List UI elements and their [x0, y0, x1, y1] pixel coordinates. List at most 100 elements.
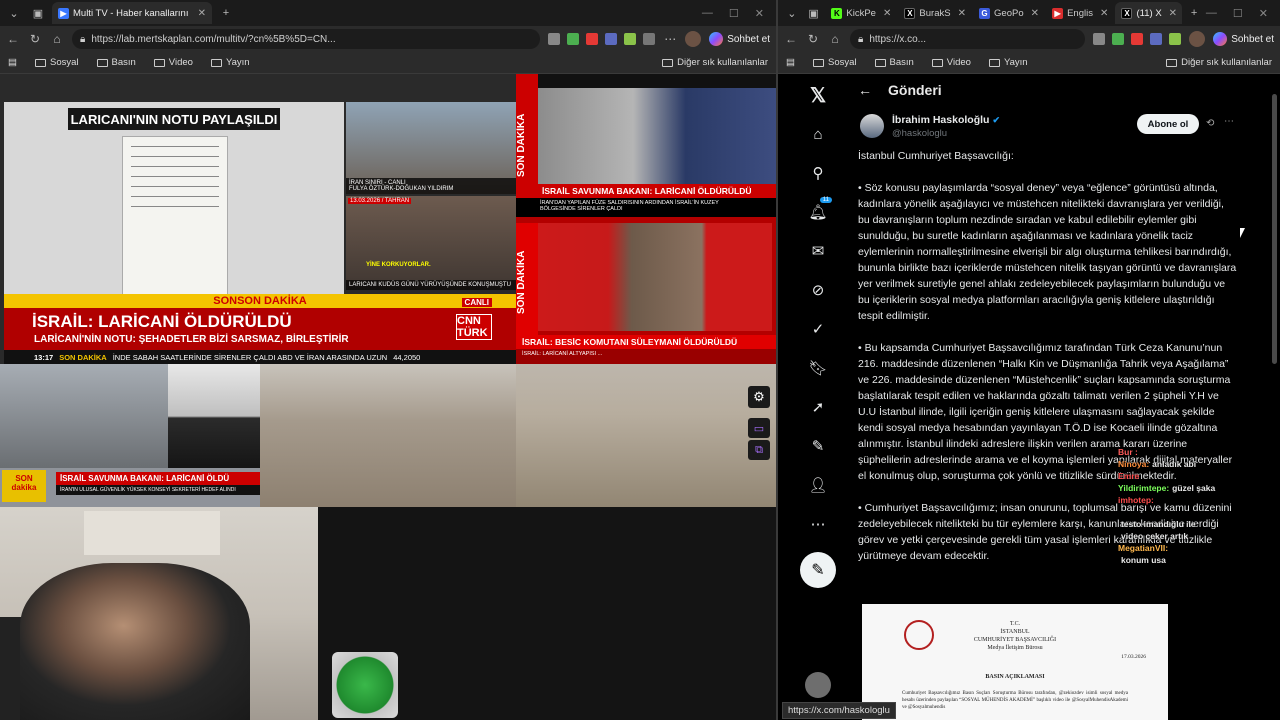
tv-feed-4[interactable]: SON dakika İSRAİL SAVUNMA BAKANI: LARİCA…: [0, 364, 260, 507]
subscribe-button[interactable]: Abone ol: [1137, 114, 1199, 134]
maximize-icon[interactable]: ☐: [1233, 7, 1243, 20]
bookmark-folder[interactable]: Basın: [96, 57, 136, 68]
bookmark-folder[interactable]: Video: [153, 57, 193, 68]
post-image-document[interactable]: T.C. İSTANBUL CUMHURİYET BAŞSAVCILIĞI Me…: [862, 604, 1168, 720]
author-handle[interactable]: @haskologlu: [892, 128, 947, 139]
son-dakika-logo: SON dakika: [2, 470, 46, 502]
refresh-icon[interactable]: ↻: [806, 32, 820, 46]
home-icon[interactable]: ⌂: [807, 123, 829, 145]
extension-icon[interactable]: [624, 33, 637, 45]
extension-icon[interactable]: [1150, 33, 1163, 45]
communities-icon[interactable]: ✓: [807, 318, 829, 340]
extension-icon[interactable]: [643, 33, 656, 45]
close-tab-icon[interactable]: ✕: [1100, 8, 1108, 19]
messages-icon[interactable]: ✉: [807, 240, 829, 262]
tv-feed-city-1[interactable]: [260, 364, 516, 507]
profile-avatar[interactable]: [685, 31, 702, 47]
tv-feed-city-2[interactable]: ⚙ ▭ ⧉: [516, 364, 776, 507]
rocket-icon[interactable]: ➚: [807, 396, 829, 418]
grok-icon[interactable]: ⊘: [807, 279, 829, 301]
tv-feed-cnn[interactable]: LARICANI'NIN NOTU PAYLAŞILDI İRAN SINIRI…: [0, 74, 516, 364]
copilot-button[interactable]: Sohbet et: [709, 32, 770, 46]
bookmarks-menu-icon[interactable]: ▤: [786, 57, 795, 68]
bookmark-folder[interactable]: Basın: [874, 57, 914, 68]
paper-title: LARICANI'NIN NOTU PAYLAŞILDI: [68, 108, 280, 130]
doc-date: 17.03.2026: [1121, 654, 1146, 660]
tab-x-buraks[interactable]: X BurakS ✕: [898, 2, 971, 24]
extension-icon[interactable]: [1112, 33, 1125, 45]
more-icon[interactable]: ⋯: [807, 513, 829, 535]
tab-multitv[interactable]: ▶ Multi TV - Haber kanallarını aynı a ✕: [52, 2, 212, 24]
url-field[interactable]: 🔒︎ https://x.co...: [850, 29, 1086, 49]
folder-icon: [812, 58, 824, 67]
extension-icon[interactable]: [586, 33, 599, 45]
bookmark-label: Yayın: [225, 57, 250, 68]
extension-icon[interactable]: [567, 33, 580, 45]
tab-geopo[interactable]: G GeoPo ✕: [973, 2, 1044, 24]
post-more-icon[interactable]: ⋯: [1224, 116, 1234, 127]
search-icon[interactable]: ⚲: [807, 162, 829, 184]
other-bookmarks[interactable]: Diğer sık kullanılanlar: [662, 57, 768, 68]
close-window-icon[interactable]: ✕: [755, 7, 764, 20]
back-arrow-icon[interactable]: ←: [858, 82, 872, 98]
x-logo-icon[interactable]: 𝕏: [807, 84, 829, 107]
extension-icon[interactable]: [605, 33, 618, 45]
bookmarks-menu-icon[interactable]: ▤: [8, 57, 17, 68]
close-tab-icon[interactable]: ✕: [883, 8, 891, 19]
home-icon[interactable]: ⌂: [50, 32, 64, 46]
close-tab-icon[interactable]: ✕: [1031, 8, 1039, 19]
minimize-icon[interactable]: —: [1206, 7, 1217, 20]
gear-icon[interactable]: ⚙: [748, 386, 770, 408]
author-name[interactable]: İbrahim Haskoloğlu ✔: [892, 114, 1000, 126]
url-text: https://lab.mertskaplan.com/multitv/?cn%…: [91, 33, 336, 45]
extension-icon[interactable]: [1131, 33, 1144, 45]
extension-icon[interactable]: [1093, 33, 1106, 45]
twitch-popout-icon[interactable]: ⧉: [748, 440, 770, 460]
tv-feed-3[interactable]: SON DAKİKA İSRAİL: BESİC KOMUTANI SÜLEYM…: [516, 217, 776, 364]
tab-kick[interactable]: K KickPe ✕: [825, 2, 896, 24]
workspaces-icon[interactable]: ▣: [804, 3, 824, 23]
tab-x-active[interactable]: X (11) X ✕: [1115, 2, 1183, 24]
bookmark-folder[interactable]: Yayın: [988, 57, 1028, 68]
extension-icon[interactable]: [548, 33, 561, 45]
articles-icon[interactable]: ✎: [807, 435, 829, 457]
new-tab-icon[interactable]: +: [216, 3, 236, 23]
close-tab-icon[interactable]: ✕: [958, 8, 966, 19]
profile-icon[interactable]: 👤︎: [807, 474, 829, 496]
workspaces-icon[interactable]: ▣: [28, 3, 48, 23]
other-bookmarks[interactable]: Diğer sık kullanılanlar: [1166, 57, 1272, 68]
compose-post-button[interactable]: ✎: [800, 552, 836, 588]
chat-line: konum usa: [1118, 554, 1280, 566]
home-icon[interactable]: ⌂: [828, 32, 842, 46]
extension-icon[interactable]: [1169, 33, 1182, 45]
author-avatar[interactable]: [860, 114, 884, 138]
copilot-button[interactable]: Sohbet et: [1213, 32, 1274, 46]
more-icon[interactable]: ⋯: [663, 32, 677, 46]
bookmark-folder[interactable]: Yayın: [210, 57, 250, 68]
bookmark-folder[interactable]: Video: [931, 57, 971, 68]
refresh-icon[interactable]: ↻: [28, 32, 42, 46]
back-icon[interactable]: ←: [784, 32, 798, 46]
scrollbar[interactable]: [1272, 94, 1277, 364]
tv-feed-2[interactable]: SON DAKİKA İSRAİL SAVUNMA BAKANI: LARİCA…: [516, 74, 776, 217]
bookmarks-icon[interactable]: 🔖︎: [807, 357, 829, 379]
url-field[interactable]: 🔒︎ https://lab.mertskaplan.com/multitv/?…: [72, 29, 541, 49]
tab-english[interactable]: ▶ Englis ✕: [1046, 2, 1113, 24]
bookmark-folder[interactable]: Sosyal: [34, 57, 79, 68]
minimize-icon[interactable]: —: [702, 7, 713, 20]
tab-actions-icon[interactable]: ⌄: [4, 3, 24, 23]
tab-actions-icon[interactable]: ⌄: [782, 3, 802, 23]
grok-explain-icon[interactable]: ⟲: [1206, 118, 1214, 129]
profile-avatar[interactable]: [1189, 31, 1206, 47]
new-tab-icon[interactable]: +: [1184, 3, 1204, 23]
maximize-icon[interactable]: ☐: [729, 7, 739, 20]
crowd-overlay: YİNE KORKUYORLAR.: [366, 262, 431, 268]
account-avatar[interactable]: [805, 672, 831, 698]
close-tab-icon[interactable]: ✕: [198, 8, 206, 19]
bookmark-folder[interactable]: Sosyal: [812, 57, 857, 68]
close-window-icon[interactable]: ✕: [1259, 7, 1268, 20]
notifications-icon[interactable]: 🔔︎ 11: [807, 197, 832, 223]
twitch-chat-icon[interactable]: ▭: [748, 418, 770, 438]
close-tab-icon[interactable]: ✕: [1169, 8, 1177, 19]
back-icon[interactable]: ←: [6, 32, 20, 46]
